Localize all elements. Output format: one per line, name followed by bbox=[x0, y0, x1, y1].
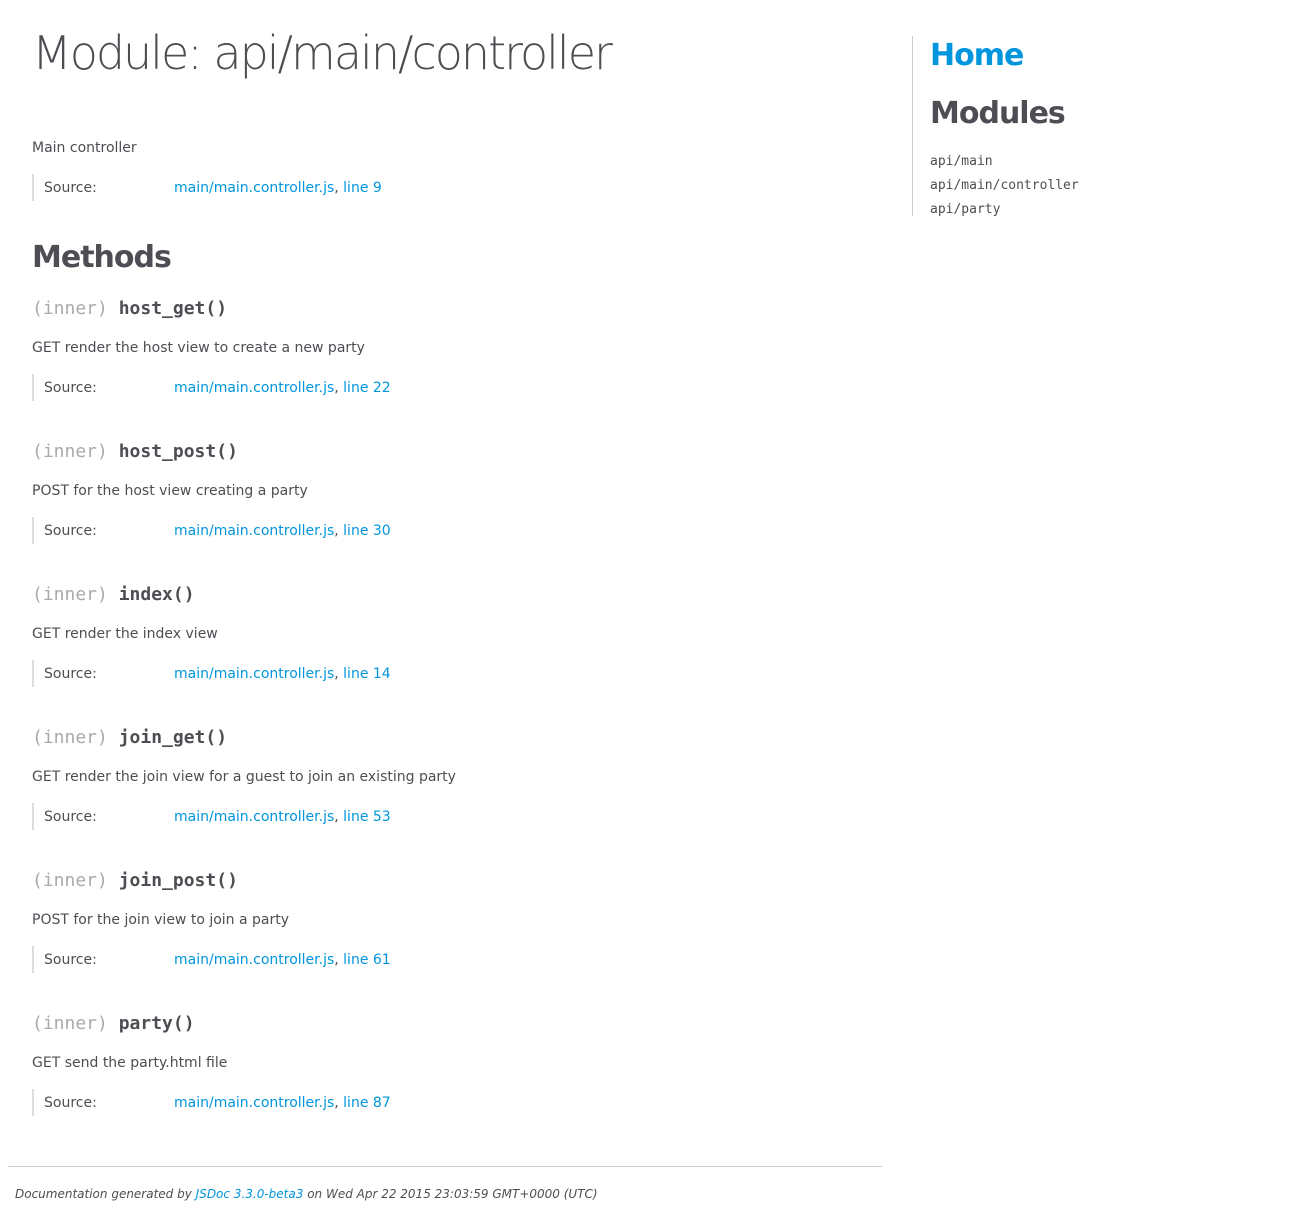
sidebar-nav: Home Modules api/main api/main/controlle… bbox=[912, 36, 1293, 217]
nav-module-item: api/party bbox=[930, 198, 1079, 222]
method-description: POST for the join view to join a party bbox=[32, 912, 290, 928]
source-label: Source: bbox=[44, 180, 97, 196]
methods-title: Methods bbox=[32, 240, 172, 275]
method-source: Source: main/main.controller.js, line 22 bbox=[32, 374, 391, 401]
method-description: POST for the host view creating a party bbox=[32, 483, 308, 499]
method-parens: () bbox=[172, 584, 195, 605]
method-name-host-post[interactable]: (inner) host_post() bbox=[32, 441, 238, 462]
source-separator: , bbox=[334, 180, 344, 196]
source-file-link[interactable]: main/main.controller.js bbox=[174, 180, 334, 196]
source-line-link[interactable]: line 22 bbox=[343, 380, 391, 396]
source-value: main/main.controller.js, line 22 bbox=[174, 380, 391, 396]
nav-home-link[interactable]: Home bbox=[930, 38, 1024, 73]
method-attr: (inner) bbox=[32, 441, 119, 462]
source-line-link[interactable]: line 61 bbox=[343, 952, 391, 968]
method-name-text: index bbox=[118, 584, 173, 605]
module-source: Source: main/main.controller.js, line 9 bbox=[32, 174, 382, 201]
method-name-join-get[interactable]: (inner) join_get() bbox=[32, 727, 227, 748]
source-label: Source: bbox=[44, 380, 97, 396]
method-parens: () bbox=[205, 298, 228, 319]
nav-module-link-api-main[interactable]: api/main bbox=[930, 154, 993, 169]
method-parens: () bbox=[172, 1013, 195, 1034]
nav-module-link-api-main-controller[interactable]: api/main/controller bbox=[930, 178, 1079, 193]
footer: Documentation generated by JSDoc 3.3.0-b… bbox=[8, 1166, 882, 1201]
source-separator: , bbox=[334, 523, 344, 539]
method-description: GET render the host view to create a new… bbox=[32, 340, 365, 356]
source-separator: , bbox=[334, 952, 344, 968]
source-value: main/main.controller.js, line 87 bbox=[174, 1095, 391, 1111]
source-label: Source: bbox=[44, 1095, 97, 1111]
method-name-text: host_post bbox=[118, 441, 217, 462]
source-label: Source: bbox=[44, 666, 97, 682]
method-attr: (inner) bbox=[32, 727, 119, 748]
method-attr: (inner) bbox=[32, 870, 119, 891]
source-file-link[interactable]: main/main.controller.js bbox=[174, 523, 334, 539]
page-title: Module: api/main/controller bbox=[32, 26, 613, 80]
method-name-index[interactable]: (inner) index() bbox=[32, 584, 195, 605]
method-attr: (inner) bbox=[32, 584, 119, 605]
method-attr: (inner) bbox=[32, 1013, 119, 1034]
method-name-text: party bbox=[118, 1013, 173, 1034]
method-description: GET render the join view for a guest to … bbox=[32, 769, 456, 785]
source-value: main/main.controller.js, line 53 bbox=[174, 809, 391, 825]
method-description: GET render the index view bbox=[32, 626, 218, 642]
nav-module-link-api-party[interactable]: api/party bbox=[930, 202, 1000, 217]
footer-suffix: on Wed Apr 22 2015 23:03:59 GMT+0000 (UT… bbox=[303, 1187, 598, 1201]
method-source: Source: main/main.controller.js, line 87 bbox=[32, 1089, 391, 1116]
source-separator: , bbox=[334, 1095, 344, 1111]
method-source: Source: main/main.controller.js, line 30 bbox=[32, 517, 391, 544]
source-label: Source: bbox=[44, 952, 97, 968]
method-name-text: join_get bbox=[118, 727, 206, 748]
source-file-link[interactable]: main/main.controller.js bbox=[174, 809, 334, 825]
method-attr: (inner) bbox=[32, 298, 119, 319]
footer-text: Documentation generated by JSDoc 3.3.0-b… bbox=[15, 1187, 598, 1201]
method-name-text: join_post bbox=[118, 870, 217, 891]
source-value: main/main.controller.js, line 14 bbox=[174, 666, 391, 682]
method-parens: () bbox=[205, 727, 228, 748]
footer-prefix: Documentation generated by bbox=[15, 1187, 196, 1201]
nav-module-item: api/main bbox=[930, 150, 1079, 174]
method-source: Source: main/main.controller.js, line 61 bbox=[32, 946, 391, 973]
nav-modules-list: api/main api/main/controller api/party bbox=[930, 150, 1079, 222]
source-file-link[interactable]: main/main.controller.js bbox=[174, 952, 334, 968]
source-label: Source: bbox=[44, 523, 97, 539]
source-file-link[interactable]: main/main.controller.js bbox=[174, 1095, 334, 1111]
source-value: main/main.controller.js, line 61 bbox=[174, 952, 391, 968]
source-file-link[interactable]: main/main.controller.js bbox=[174, 380, 334, 396]
source-line-link[interactable]: line 14 bbox=[343, 666, 391, 682]
source-line-link[interactable]: line 30 bbox=[343, 523, 391, 539]
method-name-join-post[interactable]: (inner) join_post() bbox=[32, 870, 238, 891]
method-source: Source: main/main.controller.js, line 14 bbox=[32, 660, 391, 687]
nav-module-item: api/main/controller bbox=[930, 174, 1079, 198]
source-line-link[interactable]: line 87 bbox=[343, 1095, 391, 1111]
source-separator: , bbox=[334, 809, 344, 825]
module-description: Main controller bbox=[32, 140, 137, 156]
source-value: main/main.controller.js, line 30 bbox=[174, 523, 391, 539]
source-separator: , bbox=[334, 380, 344, 396]
method-parens: () bbox=[216, 870, 238, 891]
method-parens: () bbox=[216, 441, 238, 462]
source-value: main/main.controller.js, line 9 bbox=[174, 180, 382, 196]
method-description: GET send the party.html file bbox=[32, 1055, 228, 1071]
nav-modules-heading: Modules bbox=[930, 96, 1066, 131]
method-name-host-get[interactable]: (inner) host_get() bbox=[32, 298, 227, 319]
method-name-text: host_get bbox=[118, 298, 206, 319]
jsdoc-link[interactable]: JSDoc 3.3.0-beta3 bbox=[196, 1187, 304, 1201]
source-separator: , bbox=[334, 666, 344, 682]
method-name-party[interactable]: (inner) party() bbox=[32, 1013, 195, 1034]
source-file-link[interactable]: main/main.controller.js bbox=[174, 666, 334, 682]
source-label: Source: bbox=[44, 809, 97, 825]
method-source: Source: main/main.controller.js, line 53 bbox=[32, 803, 391, 830]
source-line-link[interactable]: line 9 bbox=[343, 180, 382, 196]
source-line-link[interactable]: line 53 bbox=[343, 809, 391, 825]
